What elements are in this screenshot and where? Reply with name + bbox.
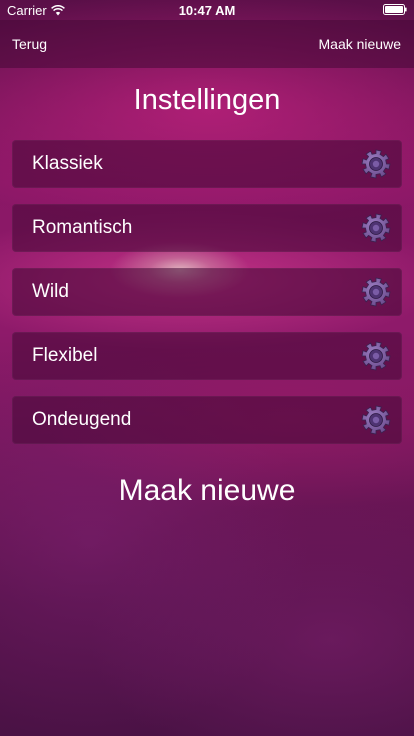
create-new-nav-button[interactable]: Maak nieuwe xyxy=(319,36,402,52)
list-item-label: Wild xyxy=(32,281,69,302)
list-item-label: Flexibel xyxy=(32,345,98,366)
list-item-label: Romantisch xyxy=(32,217,133,238)
settings-list: Klassiek Romantisch Wild Flexibel Ondeug… xyxy=(12,140,402,460)
gear-icon[interactable] xyxy=(360,148,392,180)
back-button[interactable]: Terug xyxy=(12,36,47,52)
list-item-klassiek[interactable]: Klassiek xyxy=(12,140,402,188)
list-item-label: Klassiek xyxy=(32,153,103,174)
screen: Carrier 10:47 AM Terug Maak nieuwe Inste… xyxy=(0,0,414,736)
status-bar: Carrier 10:47 AM xyxy=(0,0,414,20)
list-item-ondeugend[interactable]: Ondeugend xyxy=(12,396,402,444)
status-time: 10:47 AM xyxy=(178,3,236,18)
gear-icon[interactable] xyxy=(360,276,392,308)
gear-icon[interactable] xyxy=(360,404,392,436)
list-item-label: Ondeugend xyxy=(32,409,132,430)
create-new-button[interactable]: Maak nieuwe xyxy=(0,474,414,508)
list-item-romantisch[interactable]: Romantisch xyxy=(12,204,402,252)
list-item-flexibel[interactable]: Flexibel xyxy=(12,332,402,380)
battery-icon xyxy=(383,4,407,15)
list-item-wild[interactable]: Wild xyxy=(12,268,402,316)
gear-icon[interactable] xyxy=(360,212,392,244)
nav-bar: Terug Maak nieuwe xyxy=(0,20,414,68)
page-title: Instellingen xyxy=(133,84,281,116)
gear-icon[interactable] xyxy=(360,340,392,372)
